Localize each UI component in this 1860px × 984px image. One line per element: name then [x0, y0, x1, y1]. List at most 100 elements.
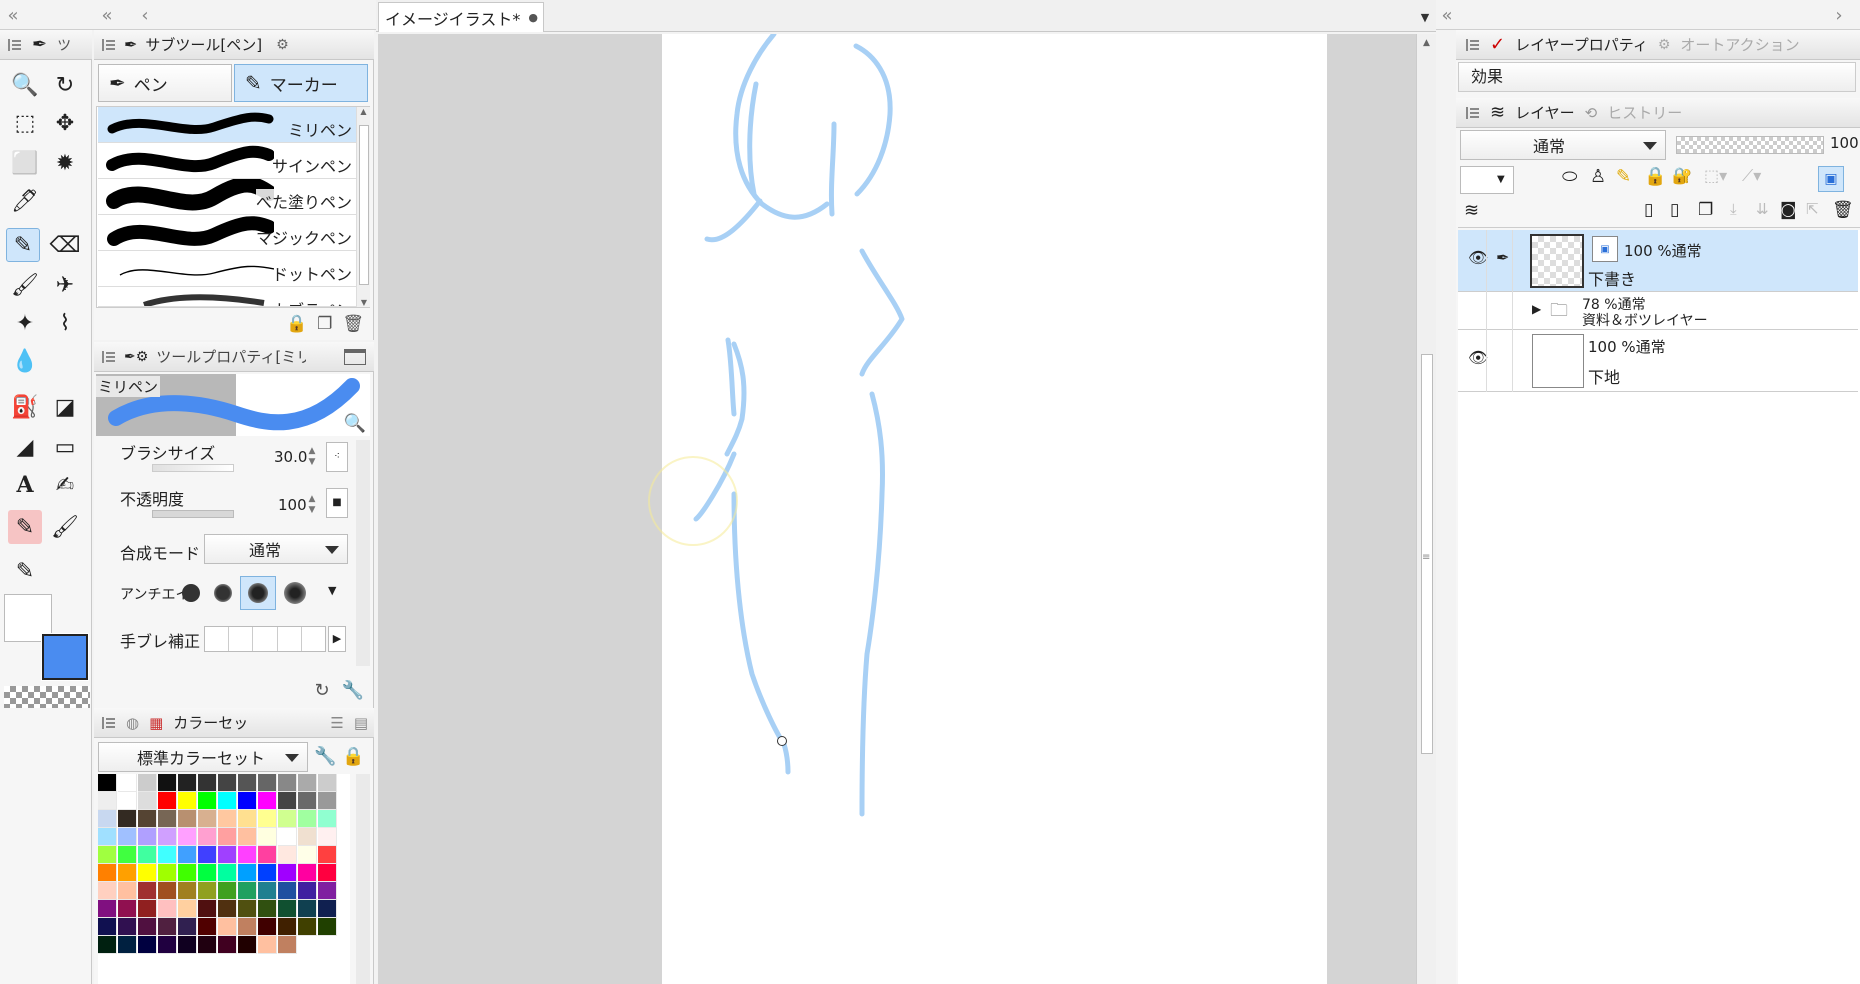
color-swatch[interactable] — [198, 774, 217, 792]
zoom-tool-icon[interactable]: 🔍 — [8, 68, 42, 102]
color-swatch[interactable] — [318, 900, 337, 918]
color-swatch[interactable] — [298, 864, 317, 882]
color-swatch[interactable] — [238, 900, 257, 918]
lock-layer-icon[interactable]: 🔒 — [1644, 166, 1666, 187]
brush-size-preset-icon[interactable]: ⁖ — [326, 442, 348, 472]
color-swatch[interactable] — [118, 828, 137, 846]
color-swatch[interactable] — [198, 918, 217, 936]
color-swatch[interactable] — [238, 846, 257, 864]
delete-subtool-icon[interactable]: 🗑 — [342, 314, 364, 334]
color-swatch[interactable] — [118, 810, 137, 828]
brush-item-millipen[interactable]: ミリペン — [98, 107, 356, 143]
apply-mask-icon[interactable]: ⇱ — [1806, 200, 1819, 218]
history-tab[interactable]: ヒストリー — [1607, 102, 1682, 123]
color-swatch[interactable] — [178, 900, 197, 918]
color-swatch[interactable] — [258, 918, 277, 936]
color-swatch[interactable] — [198, 792, 217, 810]
stabilization-expand-icon[interactable]: ▶ — [328, 626, 346, 652]
color-swatch[interactable] — [98, 792, 117, 810]
color-swatch[interactable] — [298, 846, 317, 864]
color-swatch[interactable] — [238, 774, 257, 792]
color-swatch[interactable] — [218, 846, 237, 864]
color-swatch[interactable] — [98, 936, 117, 954]
color-swatch[interactable] — [138, 810, 157, 828]
brush-item-magicpen[interactable]: マジックペン — [98, 215, 356, 251]
layer-mask-icon[interactable]: ◙ — [1780, 200, 1797, 220]
color-swatch[interactable] — [218, 828, 237, 846]
antialias-none-option[interactable] — [176, 576, 206, 610]
color-swatch[interactable] — [158, 864, 177, 882]
auto-action-tab[interactable]: オートアクション — [1680, 34, 1799, 55]
tab-list-dropdown-icon[interactable]: ▼ — [1416, 8, 1434, 26]
layer-opacity-slider[interactable] — [1676, 136, 1824, 154]
draft-layer-icon[interactable]: ✎ — [1616, 166, 1631, 187]
color-swatch[interactable] — [98, 864, 117, 882]
color-swatch[interactable] — [118, 846, 137, 864]
color-swatch[interactable] — [218, 918, 237, 936]
color-swatch[interactable] — [178, 828, 197, 846]
move-layer-tool-icon[interactable]: ✥ — [48, 106, 82, 140]
color-swatch[interactable] — [198, 900, 217, 918]
opacity-slider[interactable] — [152, 510, 234, 518]
lock-subtool-icon[interactable]: 🔒 — [286, 314, 307, 334]
color-swatch[interactable] — [278, 792, 297, 810]
ruler-tool-icon[interactable]: ◢ — [8, 430, 42, 464]
color-swatch[interactable] — [318, 846, 337, 864]
reference-layer-icon[interactable]: ♙ — [1590, 166, 1606, 187]
collapse-right-icon[interactable]: « — [1436, 4, 1458, 26]
color-swatch[interactable] — [278, 864, 297, 882]
opacity-spinner[interactable]: ▲ ▼ — [306, 494, 318, 516]
figure-tool-icon[interactable]: ▭ — [48, 430, 82, 464]
chevron-right-icon[interactable]: › — [1830, 4, 1848, 26]
color-swatch[interactable] — [138, 792, 157, 810]
color-swatch[interactable] — [138, 846, 157, 864]
color-swatch[interactable] — [318, 810, 337, 828]
color-swatch[interactable] — [238, 810, 257, 828]
color-swatch[interactable] — [298, 828, 317, 846]
color-swatch[interactable] — [278, 846, 297, 864]
color-swatch[interactable] — [278, 882, 297, 900]
color-swatch[interactable] — [118, 864, 137, 882]
color-swatch[interactable] — [118, 936, 137, 954]
scroll-thumb[interactable] — [359, 125, 369, 285]
edit-target-pen-icon[interactable]: ✒ — [1496, 248, 1509, 267]
brush-list-scrollbar[interactable]: ▲ ▼ — [356, 107, 370, 307]
brush-tool-icon[interactable]: 🖌 — [8, 268, 42, 302]
main-color-swatch[interactable] — [41, 633, 89, 681]
color-swatch[interactable] — [238, 864, 257, 882]
brush-item-kaburapen[interactable]: カブラペン — [98, 287, 356, 307]
reset-icon[interactable]: ↻ — [314, 680, 329, 701]
text-tool-icon[interactable]: A — [8, 468, 42, 502]
color-swatch[interactable] — [158, 846, 177, 864]
panel-menu-icon[interactable] — [102, 716, 116, 729]
collapse-middle-icon[interactable]: « — [96, 4, 118, 26]
color-history-tab-icon[interactable]: ☰ — [330, 714, 343, 732]
ruler-icon[interactable]: ⟋▾ — [1742, 166, 1761, 186]
fill-bucket-tool-icon[interactable]: ⛽ — [8, 390, 42, 424]
line-correction-tool-icon[interactable]: 🖌 — [48, 510, 82, 544]
new-folder-icon[interactable]: ❐ — [1698, 200, 1713, 220]
transparent-color-swatch[interactable] — [4, 686, 90, 708]
layer-panel-title[interactable]: レイヤー — [1515, 102, 1575, 123]
tool-tab-icon[interactable]: ツ — [57, 35, 71, 55]
correction-tool-icon[interactable]: ✎ — [8, 510, 42, 544]
panel-menu-icon[interactable] — [102, 38, 116, 51]
panel-menu-icon[interactable] — [102, 350, 116, 363]
color-swatch[interactable] — [318, 774, 337, 792]
eyedropper-tool-icon[interactable]: 🖊 — [8, 184, 42, 218]
color-swatch[interactable] — [138, 828, 157, 846]
color-swatch[interactable] — [238, 792, 257, 810]
color-swatch[interactable] — [318, 792, 337, 810]
brush-item-signpen[interactable]: サインペン — [98, 143, 356, 179]
copy-subtool-icon[interactable]: ❐ — [317, 314, 332, 334]
airbrush-tool-icon[interactable]: ✈ — [48, 268, 82, 302]
brush-size-spinner[interactable]: ▲ ▼ — [306, 446, 318, 468]
new-vector-layer-icon[interactable]: ▯ — [1670, 200, 1679, 220]
gradient-tool-icon[interactable]: ◪ — [48, 390, 82, 424]
color-swatch[interactable] — [98, 828, 117, 846]
tool-property-scrollbar[interactable] — [356, 440, 370, 666]
color-swatch[interactable] — [158, 882, 177, 900]
preview-zoom-icon[interactable]: 🔍 — [344, 413, 366, 434]
color-swatch[interactable] — [178, 882, 197, 900]
color-swatch[interactable] — [318, 882, 337, 900]
